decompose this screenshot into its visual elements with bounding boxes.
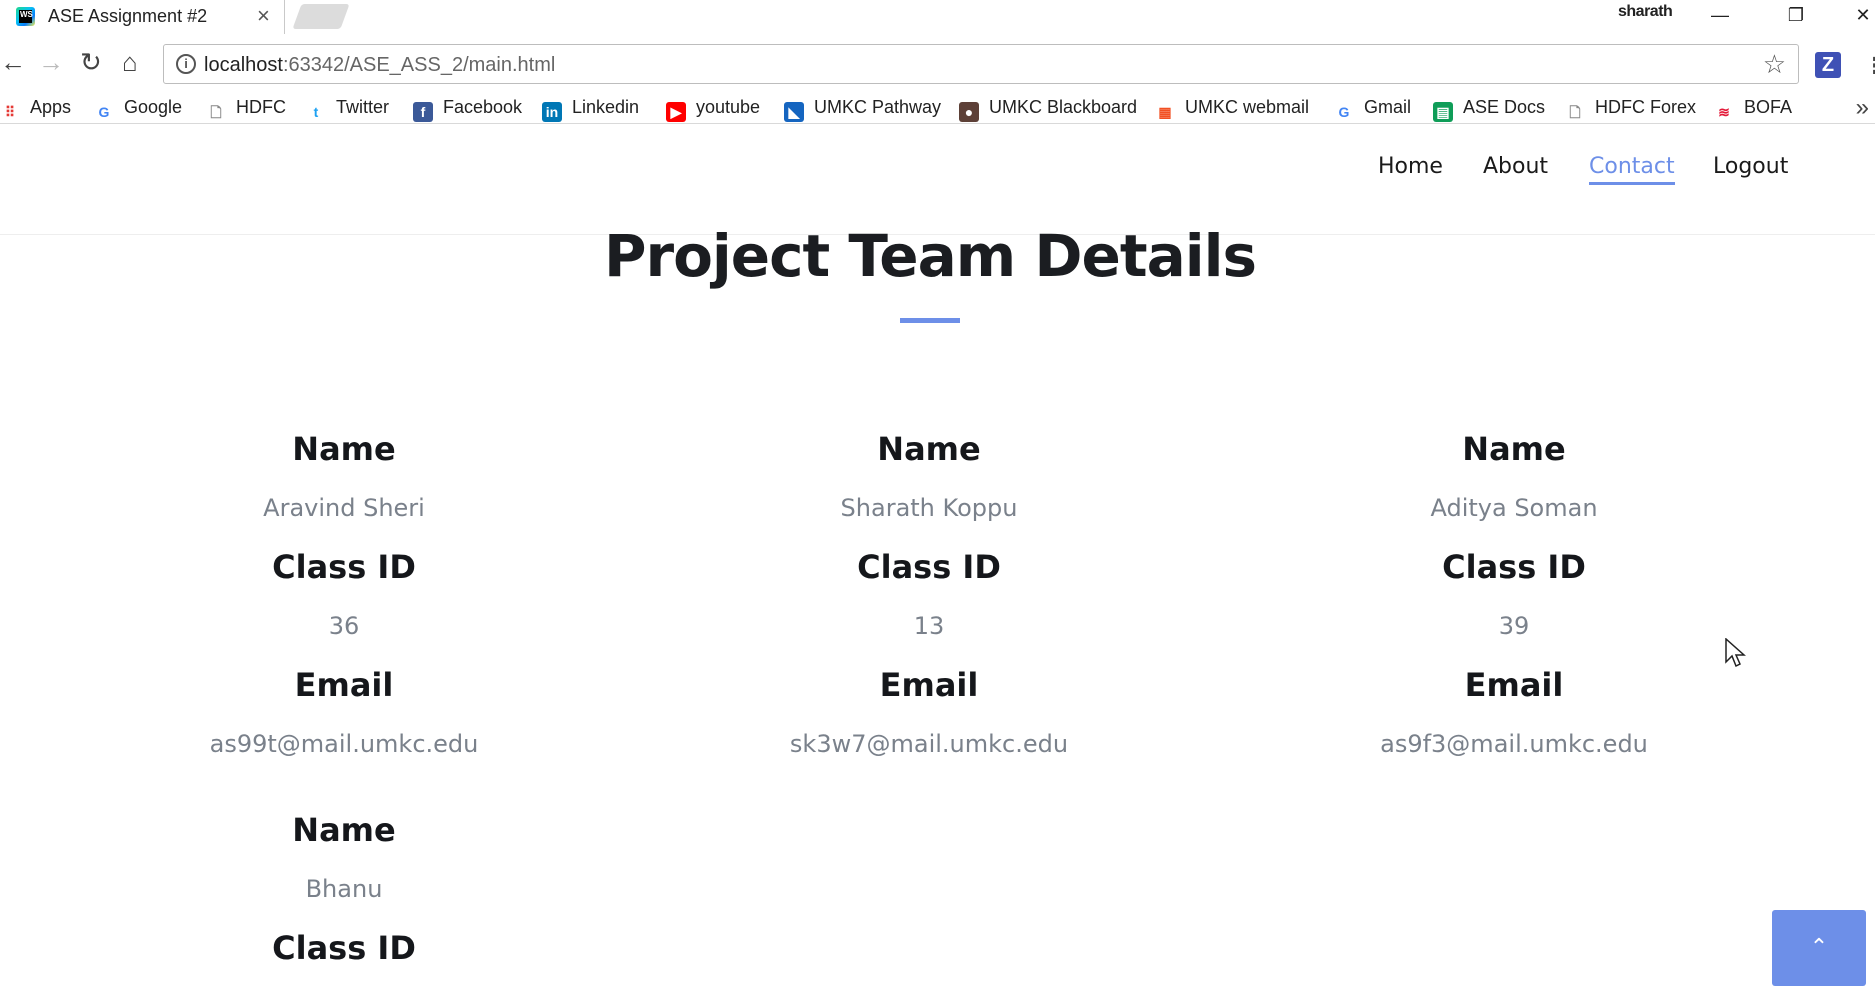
bookmark-label: ASE Docs (1463, 97, 1546, 117)
bookmark-label: Gmail (1364, 97, 1412, 117)
back-to-top-button[interactable]: ⌃ (1772, 910, 1866, 986)
back-icon[interactable]: ← (0, 48, 26, 76)
browser-menu-icon[interactable]: ⋮ (1864, 53, 1875, 79)
bookmark-label: HDFC Forex (1595, 97, 1697, 117)
bookmark-item[interactable]: ▶ youtube (666, 97, 760, 122)
tab-title: ASE Assignment #2 (48, 6, 208, 26)
profile-name[interactable]: sharath (1618, 3, 1673, 21)
team-member-card: Name Sharath Koppu Class ID 13 Email sk3… (649, 430, 1209, 784)
bookmark-item[interactable]: ▤ ASE Docs (1433, 97, 1545, 122)
bookmark-label: Linkedin (572, 97, 640, 117)
class-id-heading: Class ID (272, 929, 416, 967)
url-text[interactable]: localhost:63342/ASE_ASS_2/main.html (204, 54, 555, 77)
name-heading: Name (877, 430, 981, 468)
member-name: Aravind Sheri (263, 494, 425, 522)
member-name: Bhanu (305, 875, 383, 903)
bookmark-item[interactable]: ▦ UMKC webmail (1155, 97, 1309, 122)
bookmark-item[interactable]: 🗋 HDFC (206, 97, 286, 122)
forward-icon[interactable]: → (38, 48, 64, 76)
name-heading: Name (1462, 430, 1566, 468)
bookmark-label: Google (124, 97, 183, 117)
sheets-icon: ▤ (1433, 102, 1453, 122)
team-member-card: Name Bhanu Class ID (64, 811, 624, 993)
bookmarks-overflow-icon[interactable]: » (1856, 94, 1869, 122)
class-id-heading: Class ID (1442, 548, 1586, 586)
info-icon[interactable]: i (176, 54, 196, 74)
home-icon[interactable]: ⌂ (122, 48, 138, 76)
nav-home[interactable]: Home (1378, 154, 1443, 179)
bookmark-item[interactable]: 🗋 HDFC Forex (1565, 97, 1696, 122)
nav-contact[interactable]: Contact (1589, 154, 1675, 185)
linkedin-icon: in (542, 102, 562, 122)
team-member-card: Name Aditya Soman Class ID 39 Email as9f… (1234, 430, 1794, 784)
bookmark-label: UMKC Blackboard (989, 97, 1138, 117)
title-underline (900, 318, 960, 323)
nav-logout[interactable]: Logout (1713, 154, 1788, 179)
member-class-id: 39 (1498, 612, 1530, 640)
member-email: sk3w7@mail.umkc.edu (789, 730, 1069, 758)
bofa-icon: ≋ (1718, 104, 1730, 120)
bookmark-label: youtube (696, 97, 761, 117)
bookmark-label: Twitter (336, 97, 390, 117)
bookmark-item[interactable]: G Google (94, 97, 183, 122)
bookmark-label: Facebook (443, 97, 523, 117)
bookmark-item[interactable]: in Linkedin (542, 97, 639, 122)
umkc-pathway-icon: ◣ (784, 102, 804, 122)
team-member-card: Name Aravind Sheri Class ID 36 Email as9… (64, 430, 624, 784)
bookmark-item[interactable]: G Gmail (1334, 97, 1411, 122)
umkc-blackboard-icon: ● (959, 102, 979, 122)
bookmarks-bar: ⠿ Apps G Google 🗋 HDFC t Twitter f Facebook in Link… (0, 92, 1875, 124)
bookmark-label: UMKC webmail (1185, 97, 1310, 117)
youtube-icon: ▶ (666, 102, 686, 122)
member-class-id: 13 (913, 612, 945, 640)
bookmark-item[interactable]: f Facebook (413, 97, 522, 122)
browser-tab[interactable]: WS ASE Assignment #2 × (0, 0, 285, 34)
bookmark-item[interactable]: ◣ UMKC Pathway (784, 97, 941, 122)
email-heading: Email (1464, 666, 1564, 704)
new-tab-button[interactable] (292, 4, 350, 29)
close-window-icon[interactable]: ✕ (1840, 0, 1875, 30)
member-name: Aditya Soman (1430, 494, 1598, 522)
page-title: Project Team Details (603, 222, 1257, 290)
member-class-id: 36 (328, 612, 360, 640)
bookmark-label: HDFC (236, 97, 286, 117)
bookmark-item[interactable]: ⠿ Apps (0, 97, 71, 122)
bookmark-label: UMKC Pathway (814, 97, 942, 117)
class-id-heading: Class ID (272, 548, 416, 586)
google-icon: G (98, 104, 110, 120)
extension-z-icon[interactable]: Z (1815, 52, 1841, 78)
google-icon: G (1338, 104, 1350, 120)
site-navbar: Home About Contact Logout (0, 128, 1875, 235)
bookmark-star-icon[interactable]: ☆ (1763, 49, 1786, 80)
browser-toolbar: ← → ↻ ⌂ i localhost:63342/ASE_ASS_2/main… (0, 43, 1875, 87)
restore-icon[interactable]: ❐ (1773, 0, 1819, 30)
member-email: as9f3@mail.umkc.edu (1380, 730, 1648, 758)
minimize-icon[interactable]: — (1697, 0, 1743, 30)
bookmark-label: Apps (30, 97, 72, 117)
nav-about[interactable]: About (1483, 154, 1548, 179)
member-name: Sharath Koppu (840, 494, 1018, 522)
member-email: as99t@mail.umkc.edu (209, 730, 479, 758)
twitter-icon: t (313, 104, 319, 120)
email-heading: Email (294, 666, 394, 704)
bookmark-item[interactable]: ≋ BOFA (1714, 97, 1792, 122)
apps-grid-icon: ⠿ (4, 104, 16, 120)
microsoft-icon: ▦ (1158, 104, 1172, 120)
browser-tabstrip: WS ASE Assignment #2 × sharath — ❐ ✕ (0, 0, 1875, 34)
page-icon: 🗋 (210, 104, 222, 120)
bookmark-item[interactable]: t Twitter (306, 97, 389, 122)
page-icon: 🗋 (1569, 104, 1581, 120)
tab-close-icon[interactable]: × (257, 3, 270, 29)
webstorm-favicon-icon: WS (16, 7, 35, 26)
name-heading: Name (292, 811, 396, 849)
chevron-up-icon: ⌃ (1809, 935, 1829, 960)
facebook-icon: f (413, 102, 433, 122)
email-heading: Email (879, 666, 979, 704)
reload-icon[interactable]: ↻ (80, 48, 102, 76)
bookmark-label: BOFA (1744, 97, 1793, 117)
bookmark-item[interactable]: ● UMKC Blackboard (959, 97, 1137, 122)
address-bar[interactable]: i localhost:63342/ASE_ASS_2/main.html ☆ (163, 44, 1799, 84)
class-id-heading: Class ID (857, 548, 1001, 586)
name-heading: Name (292, 430, 396, 468)
